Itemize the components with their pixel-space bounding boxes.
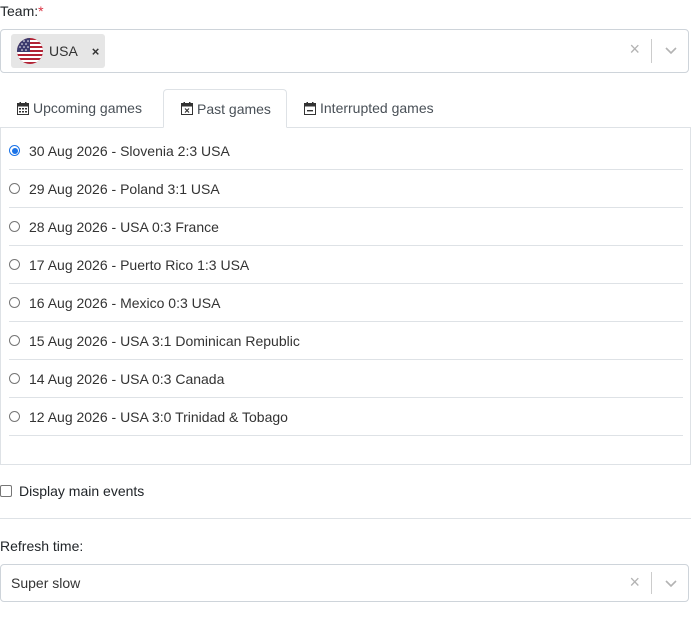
game-label: 14 Aug 2026 - USA 0:3 Canada bbox=[29, 370, 225, 387]
past-games-panel: 30 Aug 2026 - Slovenia 2:3 USA 29 Aug 20… bbox=[0, 127, 691, 465]
game-tabs: Upcoming games Past games Interrupted ga… bbox=[0, 89, 691, 128]
refresh-time-label: Refresh time: bbox=[0, 538, 84, 554]
refresh-time-select[interactable]: Super slow × bbox=[0, 564, 689, 602]
divider bbox=[0, 518, 691, 519]
chip-remove-button[interactable]: × bbox=[92, 44, 100, 59]
game-option[interactable]: 16 Aug 2026 - Mexico 0:3 USA bbox=[9, 284, 683, 322]
refresh-clear-icon[interactable]: × bbox=[629, 572, 640, 593]
game-label: 16 Aug 2026 - Mexico 0:3 USA bbox=[29, 294, 221, 311]
display-main-events-checkbox[interactable] bbox=[0, 485, 12, 497]
team-label: Team:* bbox=[0, 3, 44, 19]
game-label: 30 Aug 2026 - Slovenia 2:3 USA bbox=[29, 142, 230, 159]
game-option[interactable]: 30 Aug 2026 - Slovenia 2:3 USA bbox=[9, 132, 683, 170]
usa-flag-icon bbox=[17, 38, 43, 64]
required-mark: * bbox=[38, 3, 44, 19]
tab-interrupted-games-label: Interrupted games bbox=[320, 100, 434, 116]
game-radio[interactable] bbox=[9, 183, 20, 194]
chevron-down-icon[interactable] bbox=[664, 43, 678, 60]
game-radio[interactable] bbox=[9, 259, 20, 270]
calendar-icon bbox=[17, 101, 29, 115]
tab-upcoming-games-label: Upcoming games bbox=[33, 100, 142, 116]
game-label: 17 Aug 2026 - Puerto Rico 1:3 USA bbox=[29, 256, 250, 273]
game-radio[interactable] bbox=[9, 373, 20, 384]
game-radio[interactable] bbox=[9, 411, 20, 422]
game-label: 28 Aug 2026 - USA 0:3 France bbox=[29, 218, 219, 235]
game-option[interactable]: 15 Aug 2026 - USA 3:1 Dominican Republic bbox=[9, 322, 683, 360]
team-select[interactable]: USA × × bbox=[0, 29, 689, 73]
display-main-events-label: Display main events bbox=[19, 483, 145, 499]
game-option[interactable]: 14 Aug 2026 - USA 0:3 Canada bbox=[9, 360, 683, 398]
tab-upcoming-games[interactable]: Upcoming games bbox=[0, 89, 163, 127]
team-select-separator bbox=[651, 39, 652, 63]
game-option[interactable]: 12 Aug 2026 - USA 3:0 Trinidad & Tobago bbox=[9, 398, 683, 436]
calendar-minus-icon bbox=[304, 101, 316, 115]
game-radio[interactable] bbox=[9, 335, 20, 346]
game-option[interactable]: 28 Aug 2026 - USA 0:3 France bbox=[9, 208, 683, 246]
tab-past-games[interactable]: Past games bbox=[163, 89, 287, 128]
game-radio[interactable] bbox=[9, 145, 20, 156]
refresh-time-value: Super slow bbox=[11, 575, 81, 591]
game-radio[interactable] bbox=[9, 221, 20, 232]
game-option[interactable]: 29 Aug 2026 - Poland 3:1 USA bbox=[9, 170, 683, 208]
game-label: 15 Aug 2026 - USA 3:1 Dominican Republic bbox=[29, 332, 300, 349]
game-label: 29 Aug 2026 - Poland 3:1 USA bbox=[29, 180, 220, 197]
tab-interrupted-games[interactable]: Interrupted games bbox=[287, 89, 467, 127]
tab-past-games-label: Past games bbox=[197, 100, 271, 117]
team-chip-label: USA bbox=[49, 43, 78, 59]
display-main-events-row[interactable]: Display main events bbox=[0, 483, 144, 499]
chevron-down-icon[interactable] bbox=[664, 576, 678, 593]
game-option[interactable]: 17 Aug 2026 - Puerto Rico 1:3 USA bbox=[9, 246, 683, 284]
calendar-x-icon bbox=[181, 102, 193, 115]
team-chip-usa: USA × bbox=[11, 34, 106, 68]
refresh-select-separator bbox=[651, 572, 652, 594]
game-radio[interactable] bbox=[9, 297, 20, 308]
team-clear-icon[interactable]: × bbox=[629, 39, 640, 60]
game-label: 12 Aug 2026 - USA 3:0 Trinidad & Tobago bbox=[29, 408, 288, 425]
